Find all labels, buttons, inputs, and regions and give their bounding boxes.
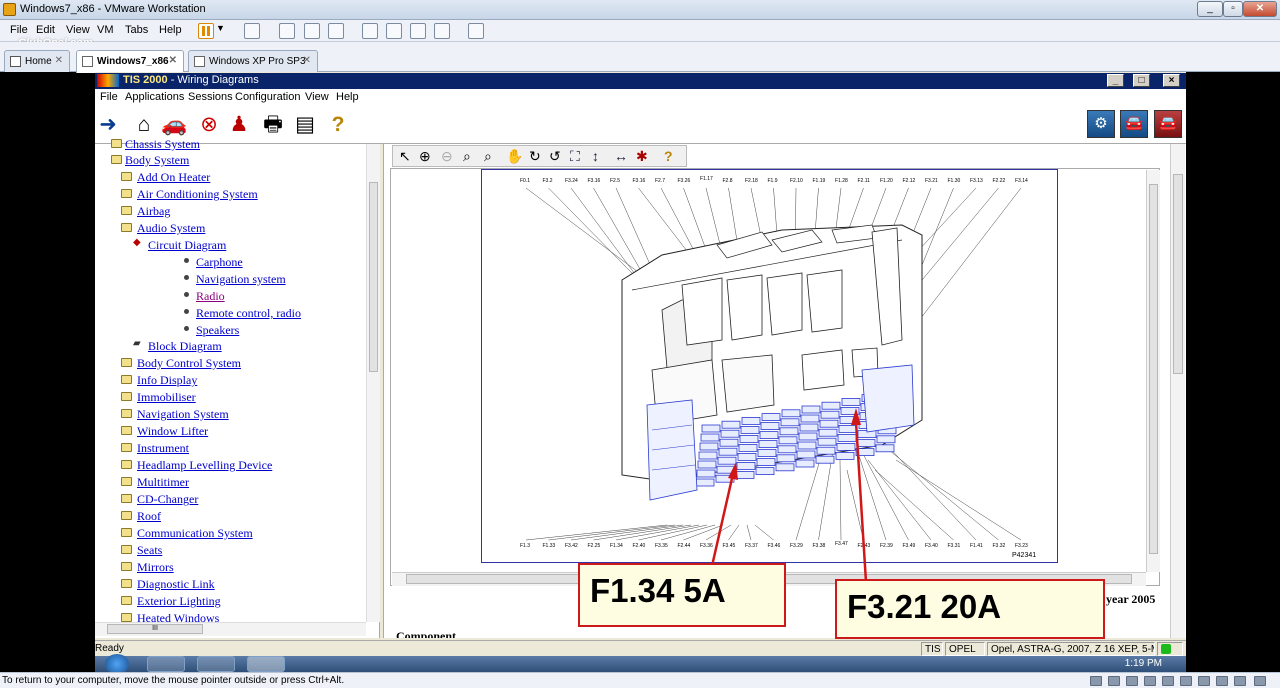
status-cell-vehicle: Opel, ASTRA-G, 2007, Z 16 XEP, 5-MT: [987, 642, 1155, 656]
taskbar-clock: 1:19 PM: [1124, 658, 1162, 669]
tis-status-bar: Ready TIS OPEL Opel, ASTRA-G, 2007, Z 16…: [95, 640, 1186, 656]
ie-task-icon[interactable]: [147, 656, 185, 672]
sound-icon[interactable]: [1180, 676, 1192, 686]
tis-task-icon[interactable]: [247, 656, 285, 672]
message-icon[interactable]: [1234, 676, 1246, 686]
status-led-icon: [1161, 644, 1171, 654]
guest-taskbar: 1:19 PM: [95, 654, 1186, 674]
network-icon[interactable]: [1144, 676, 1156, 686]
explorer-task-icon[interactable]: [197, 656, 235, 672]
callout-left: F1.34 5A: [578, 563, 786, 627]
vmware-status-bar: To return to your computer, move the mou…: [0, 672, 1280, 688]
floppy-icon[interactable]: [1126, 676, 1138, 686]
display-icon[interactable]: [1216, 676, 1228, 686]
callout-right: F3.21 20A: [835, 579, 1105, 639]
vmware-status-text: To return to your computer, move the mou…: [2, 675, 345, 686]
windows-start-icon[interactable]: [105, 654, 129, 674]
usb-icon[interactable]: [1198, 676, 1210, 686]
status-cell-brand: OPEL: [945, 642, 985, 656]
status-cell-tis: TIS: [921, 642, 943, 656]
printer-icon[interactable]: [1162, 676, 1174, 686]
hdd-icon[interactable]: [1090, 676, 1102, 686]
resize-icon[interactable]: [1254, 676, 1266, 686]
status-text: Ready: [95, 643, 124, 654]
status-indicator: [1157, 642, 1183, 656]
cd-icon[interactable]: [1108, 676, 1120, 686]
